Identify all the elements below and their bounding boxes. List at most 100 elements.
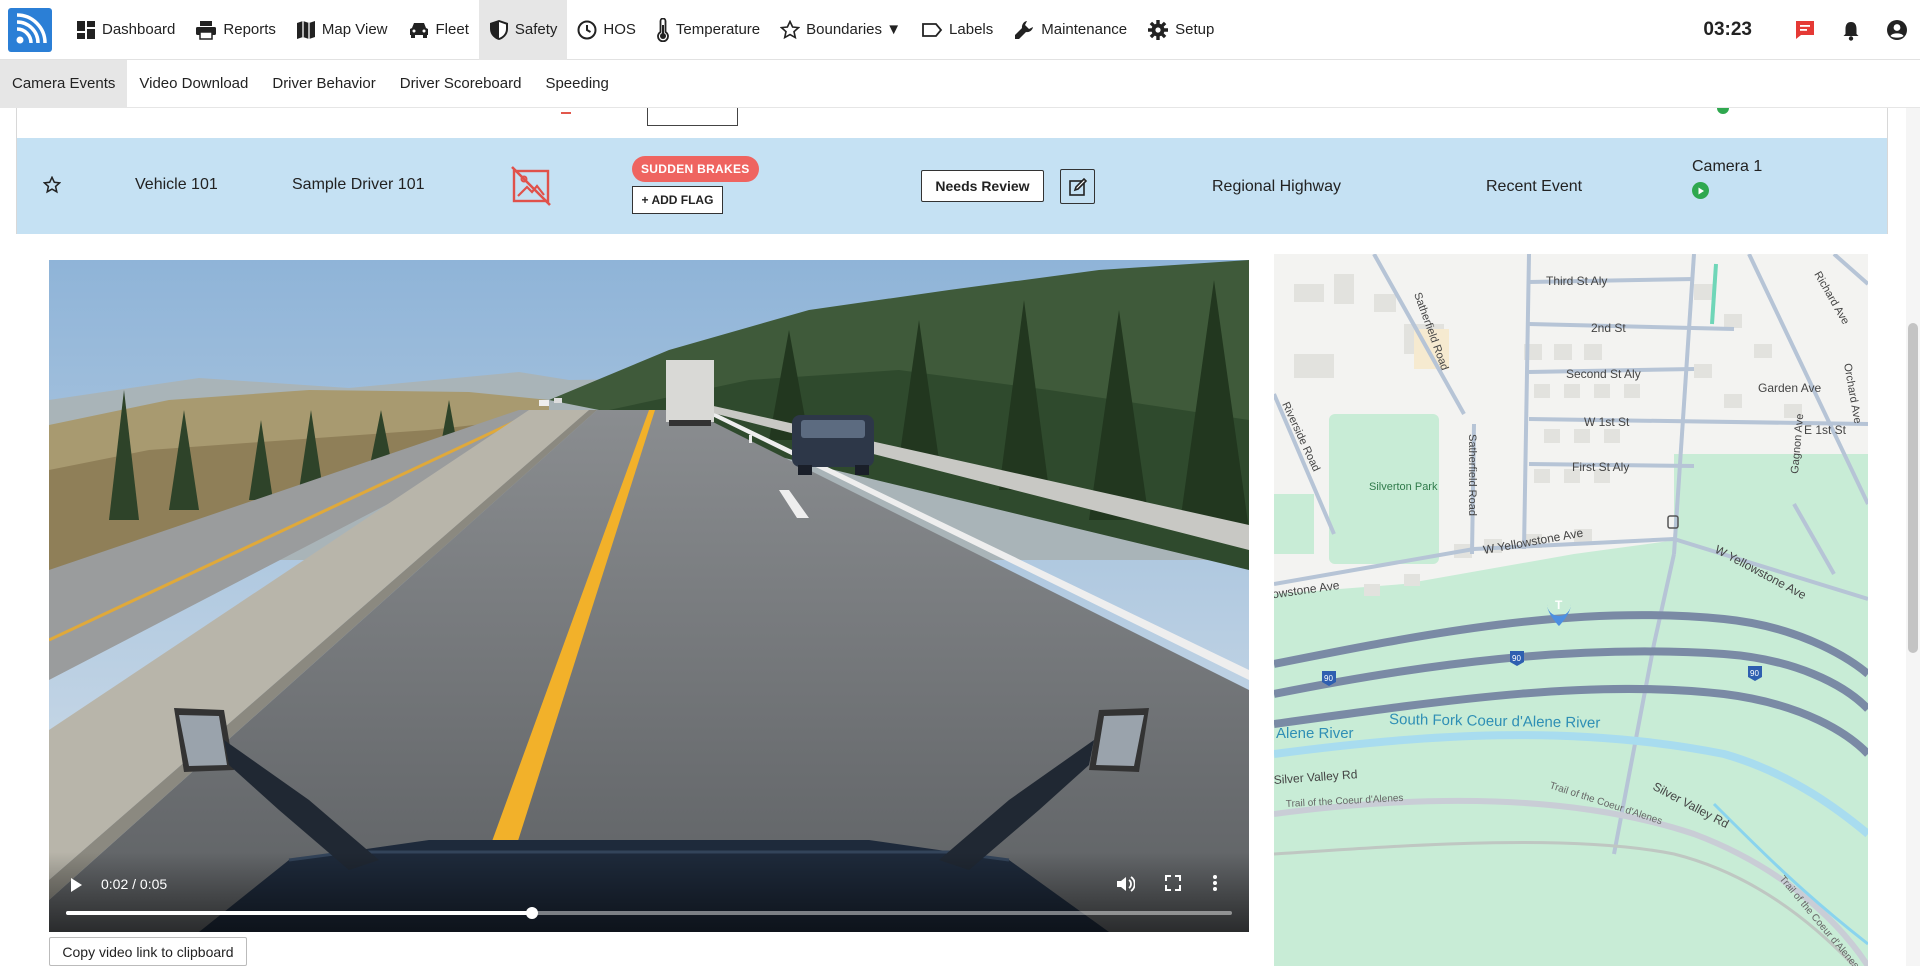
video-progress-handle[interactable] [526,907,539,919]
event-driver: Sample Driver 101 [292,176,425,193]
account-button[interactable] [1874,0,1920,60]
event-camera: Camera 1 [1692,158,1763,175]
user-circle-icon [1887,20,1907,40]
nav-reports[interactable]: Reports [185,0,286,60]
event-vehicle: Vehicle 101 [135,176,218,193]
camera-play-button[interactable] [1692,182,1709,199]
nav-temperature[interactable]: Temperature [646,0,770,60]
map-label-w-1st-st: W 1st St [1584,415,1630,429]
tab-driver-behavior[interactable]: Driver Behavior [260,60,387,108]
map-label-first-st-aly: First St Aly [1572,460,1629,474]
dashcam-video-player[interactable]: 0:02 / 0:05 [49,260,1249,932]
previous-row-add-flag-button[interactable] [647,108,738,126]
nav-boundaries[interactable]: Boundaries ▼ [770,0,911,60]
nav-fleet-label: Fleet [435,21,469,38]
video-fullscreen-button[interactable] [1164,874,1182,897]
chat-icon [1796,21,1814,39]
map-route-90-label-2: 90 [1512,654,1521,663]
nav-dashboard[interactable]: Dashboard [66,0,185,60]
top-navigation: Dashboard Reports Map View Fleet Safety … [0,0,1920,60]
nav-safety[interactable]: Safety [478,0,568,60]
nav-boundaries-label: Boundaries ▼ [806,21,902,38]
video-controls-bar: 0:02 / 0:05 [49,852,1249,932]
page-scrollbar-thumb[interactable] [1908,323,1918,653]
nav-labels-label: Labels [949,21,994,38]
notifications-button[interactable] [1828,0,1874,60]
add-flag-button[interactable]: + ADD FLAG [632,186,723,214]
safety-subnav: Camera Events Video Download Driver Beha… [0,59,1920,108]
nav-labels[interactable]: Labels [911,0,1003,60]
map-canvas: Third St Aly 2nd St Second St Aly W 1st … [1274,254,1868,966]
printer-icon [196,20,217,40]
nav-dashboard-label: Dashboard [102,21,176,38]
camera-cell: Camera 1 [1692,158,1762,199]
video-volume-button[interactable] [1115,874,1136,899]
volume-icon [1117,876,1136,892]
page-scrollbar[interactable] [1906,108,1920,966]
edit-pencil-icon [1068,177,1087,196]
clock-icon [577,20,597,39]
nav-hos[interactable]: HOS [567,0,646,60]
map-transit-label: T [1555,598,1563,612]
event-recency: Recent Event [1486,178,1583,195]
map-label-satherfield-road-2: Satherfield Road [1466,434,1478,516]
dashboard-icon [77,20,95,39]
copy-video-link-button[interactable]: Copy video link to clipboard [49,937,247,966]
wrench-icon [1015,20,1034,39]
map-label-silverton-park: Silverton Park [1369,481,1438,493]
previous-row-play-icon[interactable] [1717,108,1729,114]
review-status-button[interactable]: Needs Review [921,170,1044,202]
tab-driver-scoreboard[interactable]: Driver Scoreboard [388,60,534,108]
event-row-selected[interactable]: Vehicle 101 Sample Driver 101 SUDDEN BRA… [16,138,1888,234]
nav-map-view[interactable]: Map View [286,0,398,60]
map-label-third-st: Third St Aly [1546,274,1607,288]
flag-badge-sudden-brakes[interactable]: SUDDEN BRAKES [632,156,759,182]
edit-event-button[interactable] [1060,169,1095,204]
tab-camera-events[interactable]: Camera Events [0,59,128,108]
clock-display: 03:23 [1703,19,1752,40]
bell-icon [1843,21,1859,41]
event-location-map[interactable]: Third St Aly 2nd St Second St Aly W 1st … [1274,254,1868,966]
map-label-e-1st-st: E 1st St [1804,423,1847,437]
nav-reports-label: Reports [223,21,276,38]
nav-setup[interactable]: Setup [1137,0,1224,60]
nav-maintenance[interactable]: Maintenance [1003,0,1137,60]
star-icon [780,19,801,39]
nav-fleet[interactable]: Fleet [398,0,479,60]
nav-maintenance-label: Maintenance [1041,21,1128,38]
shield-icon [489,19,508,40]
previous-event-row[interactable] [16,108,1888,138]
video-progress-track[interactable] [66,907,1232,919]
play-icon [1698,187,1704,194]
nav-map-view-label: Map View [321,21,388,38]
video-more-button[interactable] [1212,874,1218,897]
tab-speeding[interactable]: Speeding [533,60,620,108]
gear-icon [1148,19,1169,40]
nav-safety-label: Safety [514,21,558,38]
map-route-90-label: 90 [1324,674,1333,683]
tab-video-download[interactable]: Video Download [127,60,260,108]
no-video-icon [511,166,551,206]
fullscreen-icon [1165,875,1181,891]
messages-button[interactable] [1782,0,1828,60]
video-time: 0:02 / 0:05 [101,876,168,892]
map-label-garden-ave: Garden Ave [1758,381,1821,395]
thermometer-icon [657,17,669,42]
more-vertical-icon [1213,875,1217,891]
nav-setup-label: Setup [1175,21,1215,38]
dashcam-frame [49,260,1249,932]
nav-right-group: 03:23 [1703,0,1920,60]
previous-row-no-video-icon [561,108,571,114]
signal-logo-icon [16,12,47,43]
app-logo[interactable] [8,7,52,52]
label-tag-icon [922,22,943,37]
map-label-second-st-aly: Second St Aly [1566,367,1641,381]
map-label-alene-river: Alene River [1276,725,1354,742]
map-route-90-label-3: 90 [1750,669,1759,678]
map-label-2nd-st: 2nd St [1591,321,1626,335]
favorite-star-icon[interactable] [43,176,61,194]
video-play-button[interactable] [69,877,83,898]
event-location: Regional Highway [1212,178,1341,195]
video-progress-fill [66,911,533,915]
car-icon [409,22,428,38]
